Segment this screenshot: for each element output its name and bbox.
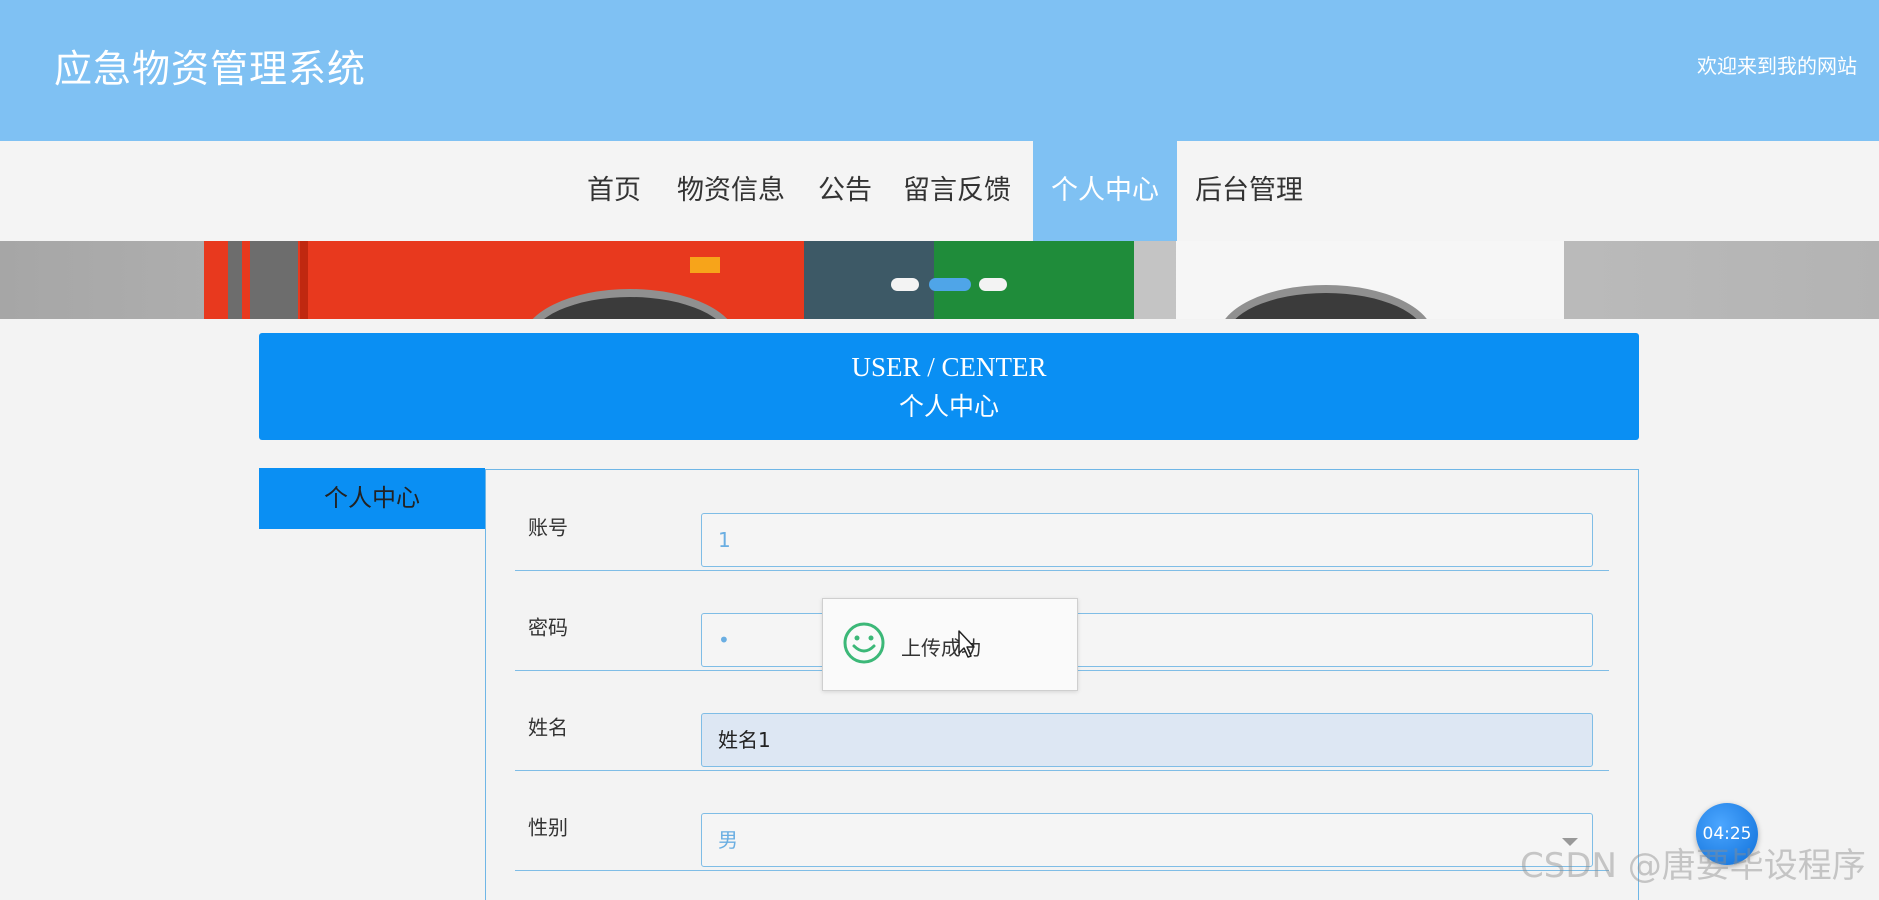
name-input[interactable]: 姓名1 (701, 713, 1593, 767)
nav-item-announcements[interactable]: 公告 (802, 141, 888, 241)
banner-truck-window (228, 241, 298, 319)
side-menu-item-user-center[interactable]: 个人中心 (259, 468, 485, 529)
smile-icon (843, 622, 885, 664)
carousel-dot-2[interactable] (929, 278, 971, 291)
mouse-cursor-icon (958, 630, 975, 658)
password-label: 密码 (528, 615, 568, 640)
carousel-dot-1[interactable] (891, 278, 919, 291)
gender-label: 性别 (528, 815, 568, 840)
banner-carousel[interactable] (0, 241, 1879, 319)
name-label: 姓名 (528, 715, 568, 740)
form-row-account: 账号 1 (515, 470, 1609, 571)
main-nav: 首页 物资信息 公告 留言反馈 个人中心 后台管理 (0, 141, 1879, 241)
account-input[interactable]: 1 (701, 513, 1593, 567)
user-center-title-cn: 个人中心 (898, 394, 999, 421)
gender-select-value: 男 (718, 828, 738, 852)
banner-truck-stripe (300, 241, 308, 319)
account-label: 账号 (528, 515, 568, 540)
nav-item-feedback[interactable]: 留言反馈 (887, 141, 1027, 241)
banner-truck-lamp (690, 257, 720, 273)
nav-item-admin[interactable]: 后台管理 (1179, 141, 1319, 241)
site-header: 应急物资管理系统 欢迎来到我的网站 (0, 0, 1879, 141)
nav-item-user-center[interactable]: 个人中心 (1033, 141, 1177, 241)
user-center-title-en: USER / CENTER (851, 352, 1047, 382)
watermark: CSDN @唐要毕设程序 (1520, 846, 1866, 886)
form-row-gender: 性别 男 (515, 770, 1609, 871)
site-title: 应急物资管理系统 (54, 47, 367, 91)
nav-item-home[interactable]: 首页 (571, 141, 657, 241)
carousel-dot-3[interactable] (979, 278, 1007, 291)
banner-truck-frame (242, 241, 250, 319)
gender-select[interactable]: 男 (701, 813, 1593, 867)
user-center-heading: USER / CENTER 个人中心 (259, 333, 1639, 440)
nav-item-supplies[interactable]: 物资信息 (661, 141, 801, 241)
upload-success-toast: 上传成功 (822, 598, 1078, 691)
welcome-text: 欢迎来到我的网站 (1697, 54, 1857, 78)
